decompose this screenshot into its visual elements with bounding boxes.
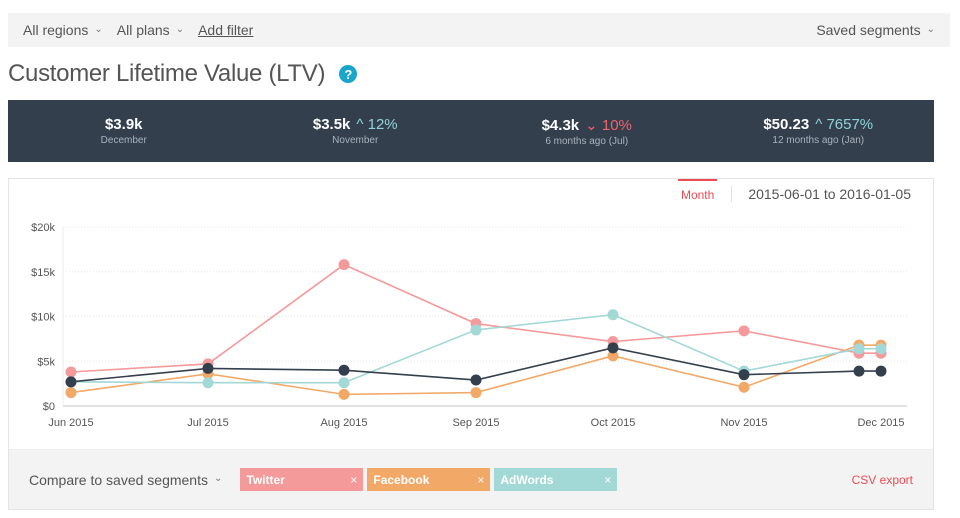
stat-label: 12 months ago (Jan): [772, 135, 865, 146]
summary-bar: $3.9k December $3.5k ^ 12% November $4.3…: [8, 100, 934, 162]
data-point-all-customers: [607, 342, 619, 354]
help-icon[interactable]: ?: [339, 65, 358, 83]
stat-label: 6 months ago (Jul): [545, 135, 629, 147]
close-icon[interactable]: ×: [604, 473, 611, 487]
y-tick-label: $5k: [37, 356, 55, 368]
x-tick-label: Dec 2015: [857, 417, 904, 429]
data-point-all-customers: [853, 365, 865, 377]
data-point-twitter: [738, 325, 750, 337]
chevron-down-icon: ⌄: [175, 23, 185, 35]
segment-chip-label: Facebook: [373, 472, 430, 487]
ltv-line-chart: $0 $5k $10k $15k $20k Jun 2015 Jul 2015 Aug 201…: [31, 222, 907, 429]
stat-november: $3.5k ^ 12% November: [240, 100, 472, 162]
data-point-facebook: [470, 387, 482, 399]
data-point-facebook: [338, 388, 350, 400]
plans-filter-label: All plans: [116, 22, 170, 38]
stat-change-up: ^ 7657%: [815, 116, 874, 133]
data-point-all-customers: [65, 376, 77, 388]
x-tick-label: Aug 2015: [320, 417, 367, 429]
segment-chip-adwords[interactable]: AdWords ×: [494, 468, 618, 491]
page-title: Customer Lifetime Value (LTV): [8, 60, 326, 87]
y-tick-label: $10k: [31, 312, 55, 324]
chevron-down-icon: ⌄: [926, 23, 935, 35]
filter-bar: All regions ⌄ All plans ⌄ Add filter Sav…: [8, 13, 950, 47]
stat-december: $3.9k December: [8, 100, 240, 162]
data-point-facebook: [738, 381, 750, 393]
x-tick-label: Jun 2015: [48, 417, 93, 429]
close-icon[interactable]: ×: [477, 473, 484, 487]
data-point-adwords: [338, 377, 350, 389]
close-icon[interactable]: ×: [350, 473, 357, 487]
data-point-all-customers: [338, 364, 350, 376]
add-filter-link[interactable]: Add filter: [198, 22, 253, 38]
stat-value: $4.3k: [541, 116, 580, 134]
data-point-adwords: [853, 343, 865, 355]
x-tick-label: Sep 2015: [452, 417, 499, 429]
data-point-adwords: [875, 343, 887, 355]
stat-change-down: ⌄ 10%: [585, 116, 632, 134]
stat-value: $50.23: [763, 116, 810, 133]
plans-filter[interactable]: All plans ⌄: [117, 22, 184, 38]
data-point-all-customers: [875, 365, 887, 377]
x-tick-label: Nov 2015: [720, 417, 767, 429]
regions-filter[interactable]: All regions ⌄: [23, 22, 103, 38]
stat-label: November: [332, 135, 379, 146]
segment-chip-label: Twitter: [246, 472, 285, 487]
compare-segments-label: Compare to saved segments: [29, 471, 208, 488]
data-point-twitter: [338, 259, 350, 271]
stat-value: $3.9k: [104, 116, 143, 133]
x-tick-label: Oct 2015: [591, 417, 636, 429]
compare-segments-dropdown[interactable]: Compare to saved segments ⌄: [29, 472, 222, 488]
chevron-down-icon: ⌄: [213, 473, 223, 484]
data-point-all-customers: [738, 369, 750, 381]
stat-6-months-ago: $4.3k ⌄ 10% 6 months ago (Jul): [471, 100, 703, 162]
page-title-row: Customer Lifetime Value (LTV) ?: [8, 60, 358, 88]
data-point-adwords: [607, 309, 619, 321]
data-point-facebook: [65, 387, 77, 399]
y-tick-label: $15k: [31, 267, 55, 279]
data-point-adwords: [202, 377, 214, 389]
segment-chip-facebook[interactable]: Facebook ×: [367, 468, 491, 491]
regions-filter-label: All regions: [23, 22, 89, 38]
y-tick-label: $0: [43, 401, 55, 413]
stat-12-months-ago: $50.23 ^ 7657% 12 months ago (Jan): [703, 100, 935, 162]
data-point-all-customers: [202, 362, 214, 374]
data-point-twitter: [65, 366, 77, 378]
chart-panel: Month 2015-06-01 to 2016-01-05 $0 $5k $10k…: [8, 178, 934, 510]
saved-segments-dropdown[interactable]: Saved segments ⌄: [816, 22, 935, 38]
csv-export-link[interactable]: CSV export: [852, 473, 913, 487]
segment-footer: Compare to saved segments ⌄ Twitter × Fa…: [9, 449, 933, 509]
y-tick-label: $20k: [31, 222, 55, 234]
data-point-adwords: [470, 324, 482, 336]
stat-value: $3.5k: [312, 116, 351, 133]
stat-label: December: [100, 135, 147, 146]
stat-change-up: ^ 12%: [356, 116, 398, 133]
data-point-all-customers: [470, 374, 482, 386]
chevron-down-icon: ⌄: [94, 23, 103, 35]
x-tick-label: Jul 2015: [187, 417, 229, 429]
segment-chip-label: AdWords: [500, 472, 554, 487]
segment-chip-twitter[interactable]: Twitter ×: [240, 468, 364, 491]
saved-segments-label: Saved segments: [816, 22, 921, 38]
